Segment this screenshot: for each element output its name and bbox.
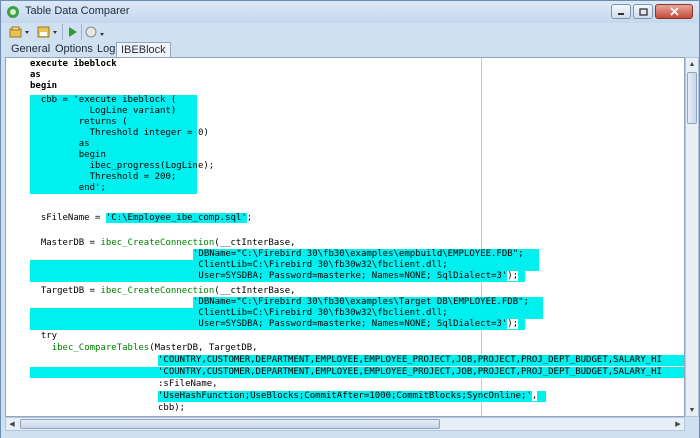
tab-strip: General Options Log IBEBlock: [1, 41, 699, 58]
editor-gutter: [6, 58, 30, 416]
code-line: Threshold integer = 0): [30, 128, 209, 138]
code-editor[interactable]: execute ibeblock as begin cbb = 'execute…: [5, 57, 685, 417]
open-icon: [9, 26, 29, 38]
tab-options[interactable]: Options: [51, 42, 97, 57]
toolbar: [1, 23, 699, 41]
code-line: try: [30, 331, 58, 341]
code-line: MasterDB = ibec_CreateConnection(__ctInt…: [30, 238, 296, 248]
code-line: LogLine variant): [30, 106, 177, 116]
code-line: returns (: [30, 117, 128, 127]
code-line: ibec_progress(LogLine);: [30, 161, 215, 171]
code-line: as: [30, 139, 90, 149]
status-bar: [1, 431, 699, 438]
horizontal-scroll-thumb[interactable]: [20, 419, 440, 429]
minimize-icon: [618, 12, 624, 15]
scrollbar-corner: [685, 417, 699, 431]
code-line: ClientLib=C:\Firebird 30\fb30w32\fbclien…: [193, 308, 448, 318]
run-icon: [69, 27, 77, 37]
code-line: sFileName = 'C:\Employee_ibe_comp.sql';: [30, 213, 253, 223]
minimize-button[interactable]: [611, 4, 631, 19]
close-button[interactable]: [655, 4, 693, 19]
code-line: begin: [30, 150, 106, 160]
code-line: 'COUNTRY,CUSTOMER,DEPARTMENT,EMPLOYEE,EM…: [158, 355, 662, 365]
maximize-icon: [638, 7, 648, 16]
code-line: begin: [30, 81, 58, 91]
stop-icon: [85, 26, 104, 38]
code-line: User=SYSDBA; Password=masterke; Names=NO…: [193, 319, 519, 329]
code-line: end';: [30, 183, 106, 193]
save-button[interactable]: [37, 24, 59, 40]
code-line: Threshold = 200;: [30, 172, 177, 182]
scroll-down-icon[interactable]: ▼: [686, 404, 698, 416]
code-line: 'DBName="C:\Firebird 30\fb30\examples\Ta…: [193, 297, 529, 307]
save-icon: [37, 26, 57, 38]
toolbar-separator: [62, 24, 63, 40]
stop-button[interactable]: [85, 24, 107, 40]
code-line: ClientLib=C:\Firebird 30\fb30w32\fbclien…: [193, 260, 448, 270]
toolbar-separator: [81, 24, 82, 40]
run-button[interactable]: [67, 24, 79, 40]
code-line: cbb = 'execute ibeblock (: [30, 95, 177, 105]
code-line: as: [30, 70, 41, 80]
code-line: 'DBName="C:\Firebird 30\fb30\examples\em…: [193, 249, 524, 259]
scroll-up-icon[interactable]: ▲: [686, 58, 698, 70]
code-line: User=SYSDBA; Password=masterke; Names=NO…: [193, 271, 519, 281]
vertical-scrollbar[interactable]: ▲ ▼: [685, 57, 699, 417]
code-line: cbb);: [158, 403, 186, 413]
app-window: Table Data Comparer General Options Log …: [0, 0, 700, 438]
tab-general[interactable]: General: [7, 42, 54, 57]
code-line: :sFileName,: [158, 379, 218, 389]
vertical-scroll-thumb[interactable]: [687, 72, 697, 124]
horizontal-scrollbar[interactable]: ◀ ▶: [5, 417, 685, 431]
code-line: 'UseHashFunction;UseBlocks;CommitAfter=1…: [158, 391, 538, 401]
code-line: TargetDB = ibec_CreateConnection(__ctInt…: [30, 286, 296, 296]
scroll-left-icon[interactable]: ◀: [6, 418, 18, 430]
code-line: execute ibeblock: [30, 59, 117, 69]
tab-ibeblock[interactable]: IBEBlock: [116, 42, 171, 58]
code-line: 'COUNTRY,CUSTOMER,DEPARTMENT,EMPLOYEE,EM…: [158, 367, 662, 377]
scroll-right-icon[interactable]: ▶: [672, 418, 684, 430]
title-bar[interactable]: Table Data Comparer: [1, 1, 699, 23]
window-title: Table Data Comparer: [25, 5, 130, 17]
close-icon: [669, 7, 679, 16]
maximize-button[interactable]: [633, 4, 653, 19]
code-line: ibec_CompareTables(MasterDB, TargetDB,: [51, 343, 258, 353]
open-button[interactable]: [9, 24, 31, 40]
app-icon: [7, 6, 19, 18]
